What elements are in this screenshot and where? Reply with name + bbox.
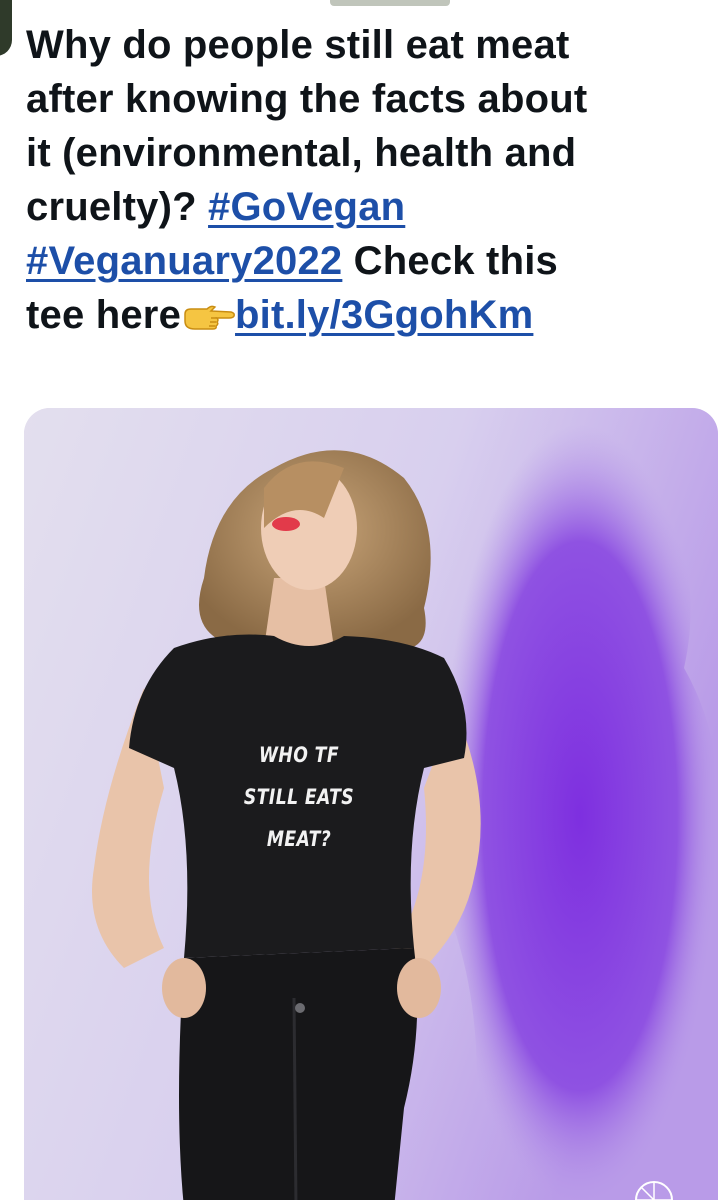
tweet-line-text: cruelty)? (26, 185, 209, 229)
tweet-line: it (environmental, health and (26, 131, 577, 175)
tweet-line: after knowing the facts about (26, 77, 588, 121)
tweet-line: tee here bit.ly/3GgohKm (26, 288, 706, 342)
shortlink[interactable]: bit.ly/3GgohKm (235, 293, 533, 337)
tweet-line: #Veganuary2022 Check this (26, 234, 706, 288)
pointing-right-emoji-icon (184, 305, 235, 330)
hashtag-veganuary2022-link[interactable]: #Veganuary2022 (26, 239, 342, 283)
tweet-line: cruelty)? #GoVegan (26, 180, 706, 234)
tweet-line: Why do people still eat meat (26, 23, 570, 67)
media-overlay-icon (635, 1181, 673, 1200)
shirt-print-text: WHO TF STILL EATS MEAT? (229, 734, 368, 860)
previous-tweet-edge (330, 0, 450, 6)
tweet-text: Why do people still eat meat after knowi… (26, 18, 706, 342)
hashtag-govegan-link[interactable]: #GoVegan (208, 185, 405, 229)
photo-illustration (24, 408, 718, 1200)
tweet-line-text: Check this (342, 239, 558, 283)
shirt-print-line: WHO TF (258, 743, 340, 767)
avatar[interactable] (0, 0, 12, 56)
tweet-line-text: tee here (26, 293, 182, 337)
shirt-print-line: MEAT? (266, 827, 332, 851)
shirt-print-line: STILL EATS (243, 785, 355, 809)
tweet-media-photo[interactable]: WHO TF STILL EATS MEAT? (24, 408, 718, 1200)
